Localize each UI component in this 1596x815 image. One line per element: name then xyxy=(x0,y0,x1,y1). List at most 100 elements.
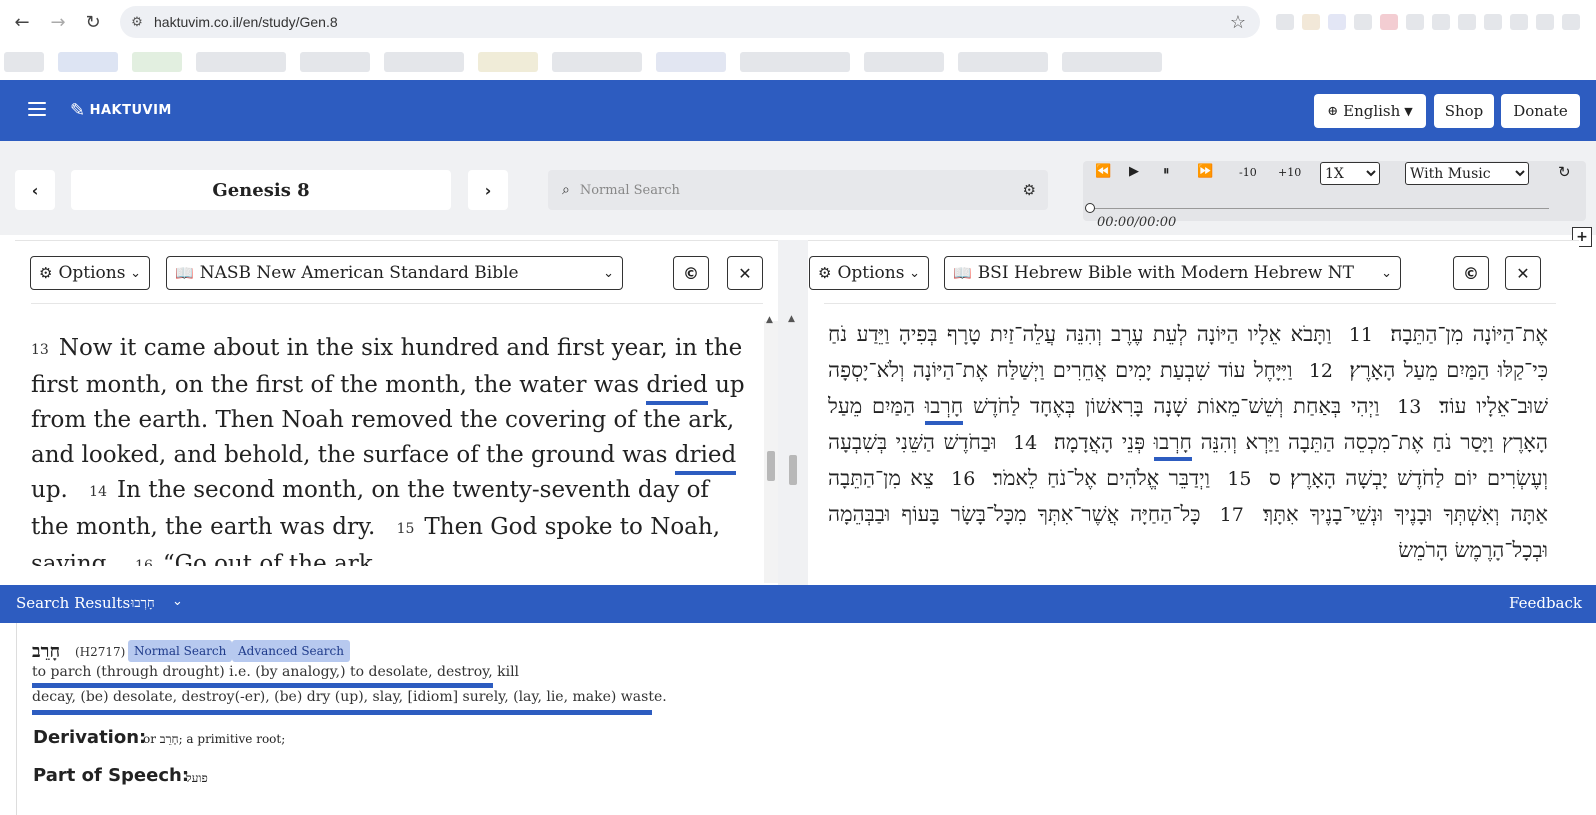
scrollbar-thumb[interactable] xyxy=(789,455,797,485)
bookmark-item[interactable] xyxy=(656,52,726,72)
refresh-icon[interactable]: ↻ xyxy=(1558,163,1571,181)
verse-number[interactable]: 16 xyxy=(135,558,153,566)
verse-number[interactable]: 11 xyxy=(1349,324,1373,346)
music-mode-select[interactable]: With Music xyxy=(1405,162,1529,185)
previous-chapter-button[interactable]: ‹ xyxy=(15,170,55,210)
site-logo[interactable]: ✎ HAKTUVIM xyxy=(70,100,172,121)
verse-text-part[interactable]: פְּנֵי הָאֲדָמָה׃ xyxy=(1054,430,1145,454)
panel-resize-handle[interactable]: ▲ xyxy=(778,240,808,585)
highlighted-word[interactable]: חָרְבוּ xyxy=(1153,430,1192,461)
bookmark-item[interactable] xyxy=(196,52,286,72)
forward-arrow-icon[interactable]: → xyxy=(40,4,76,40)
options-dropdown[interactable]: ⚙ Options ⌄ xyxy=(30,256,150,290)
normal-search-button[interactable]: Normal Search xyxy=(128,640,233,662)
extension-icon[interactable] xyxy=(1302,14,1320,30)
bookmark-item[interactable] xyxy=(958,52,1048,72)
address-bar[interactable]: ⚙ haktuvim.co.il/en/study/Gen.8 ☆ xyxy=(120,6,1260,38)
verse-number[interactable]: 14 xyxy=(1013,432,1037,454)
extension-icon[interactable] xyxy=(1458,14,1476,30)
extension-icon[interactable] xyxy=(1432,14,1450,30)
verse-number[interactable]: 13 xyxy=(31,342,49,358)
options-dropdown[interactable]: ⚙ Options ⌄ xyxy=(809,256,929,290)
close-panel-button[interactable]: ✕ xyxy=(727,256,763,290)
bookmark-item[interactable] xyxy=(864,52,944,72)
advanced-search-button[interactable]: Advanced Search xyxy=(232,640,350,662)
extension-icon[interactable] xyxy=(1276,14,1294,30)
audio-progress-track[interactable] xyxy=(1089,208,1549,209)
verse-text-part[interactable]: וַיְדַבֵּר אֱלֹהִים אֶל־נֹחַ לֵאמֹר׃ xyxy=(993,466,1210,490)
extension-icon[interactable] xyxy=(1380,14,1398,30)
bookmark-star-icon[interactable]: ☆ xyxy=(1230,12,1246,33)
highlighted-word[interactable]: dried xyxy=(674,442,737,475)
extension-icon[interactable] xyxy=(1510,14,1528,30)
bookmark-item[interactable] xyxy=(740,52,850,72)
version-dropdown[interactable]: 📖 BSI Hebrew Bible with Modern Hebrew NT… xyxy=(944,256,1401,290)
reload-icon[interactable]: ↻ xyxy=(75,4,111,40)
hamburger-menu-icon[interactable] xyxy=(28,102,46,116)
feedback-link[interactable]: Feedback xyxy=(1509,594,1582,612)
next-chapter-button[interactable]: › xyxy=(468,170,508,210)
bookmark-item[interactable] xyxy=(4,52,44,72)
url-text[interactable]: haktuvim.co.il/en/study/Gen.8 xyxy=(154,14,338,30)
verse-text-part[interactable]: up. xyxy=(31,477,68,503)
rewind-icon[interactable]: ⏪ xyxy=(1095,164,1111,179)
highlighted-word[interactable]: dried xyxy=(646,372,708,405)
verse-number[interactable]: 17 xyxy=(1220,504,1244,526)
search-icon: ⌕ xyxy=(562,182,570,198)
bookmark-item[interactable] xyxy=(132,52,182,72)
site-info-icon[interactable]: ⚙ xyxy=(120,14,154,30)
search-input[interactable]: ⌕ Normal Search ⚙ xyxy=(548,170,1048,210)
extension-icon[interactable] xyxy=(1328,14,1346,30)
copyright-button[interactable]: © xyxy=(1453,256,1489,290)
bookmark-item[interactable] xyxy=(58,52,118,72)
back-arrow-icon[interactable]: ← xyxy=(4,4,40,40)
language-dropdown[interactable]: ⊕ English ▼ xyxy=(1314,94,1426,128)
verse-number[interactable]: 15 xyxy=(397,521,415,537)
shop-button[interactable]: Shop xyxy=(1434,94,1494,128)
scroll-up-icon[interactable]: ▲ xyxy=(766,315,773,325)
verse-text-part[interactable]: וַיְהִי בְּאַחַת וְשֵׁשׁ־מֵאוֹת שָׁנָה ב… xyxy=(973,394,1379,418)
verse-number[interactable]: 15 xyxy=(1227,468,1251,490)
skip-forward-10-button[interactable]: +10 xyxy=(1278,166,1301,179)
verse-text-part[interactable]: Now it came about in the six hundred and… xyxy=(31,335,742,398)
version-dropdown[interactable]: 📖 NASB New American Standard Bible ⌄ xyxy=(166,256,623,290)
bookmark-item[interactable] xyxy=(1062,52,1162,72)
bookmark-item[interactable] xyxy=(478,52,538,72)
chapter-title[interactable]: Genesis 8 xyxy=(71,170,451,210)
pause-icon[interactable]: ⏸ xyxy=(1163,164,1170,179)
close-panel-button[interactable]: ✕ xyxy=(1505,256,1541,290)
scrollbar[interactable]: ▲ xyxy=(764,315,778,583)
playback-speed-select[interactable]: 1X xyxy=(1320,162,1380,185)
bookmark-item[interactable] xyxy=(384,52,464,72)
highlighted-word[interactable]: חָרְבוּ xyxy=(924,394,964,425)
search-settings-gear-icon[interactable]: ⚙ xyxy=(1023,181,1036,199)
globe-icon: ⊕ xyxy=(1327,103,1339,119)
verse-text-part[interactable]: אֶת־הַיּוֹנָה מִן־הַתֵּבָה׃ xyxy=(1390,322,1548,346)
bookmark-item[interactable] xyxy=(552,52,642,72)
verse-number[interactable]: 12 xyxy=(1309,360,1333,382)
chevron-down-icon[interactable]: ⌄ xyxy=(172,594,183,609)
bookmark-item[interactable] xyxy=(300,52,370,72)
language-label: English xyxy=(1343,102,1401,120)
extension-icon[interactable] xyxy=(1484,14,1502,30)
audio-progress-knob[interactable] xyxy=(1085,203,1095,213)
search-results-label[interactable]: Search Results xyxy=(16,594,130,612)
copyright-button[interactable]: © xyxy=(673,256,709,290)
definition-kjv: decay, (be) desolate, destroy(-er), (be)… xyxy=(32,689,667,705)
verse-number[interactable]: 16 xyxy=(951,468,975,490)
verse-number[interactable]: 13 xyxy=(1397,396,1421,418)
search-term: חָרְבוּ xyxy=(131,596,155,611)
skip-back-10-button[interactable]: -10 xyxy=(1239,166,1257,179)
extension-icon[interactable] xyxy=(1536,14,1554,30)
extension-icon[interactable] xyxy=(1406,14,1424,30)
donate-button[interactable]: Donate xyxy=(1501,94,1580,128)
scrollbar[interactable]: ▲ xyxy=(786,314,800,582)
scroll-up-icon[interactable]: ▲ xyxy=(788,314,795,324)
play-icon[interactable]: ▶ xyxy=(1129,164,1139,179)
extension-icon[interactable] xyxy=(1354,14,1372,30)
fast-forward-icon[interactable]: ⏩ xyxy=(1197,164,1213,179)
scrollbar-thumb[interactable] xyxy=(767,451,775,481)
verse-text-part[interactable]: “Go out of the ark, xyxy=(163,551,380,566)
verse-number[interactable]: 14 xyxy=(89,484,107,500)
extension-icon[interactable] xyxy=(1562,14,1580,30)
